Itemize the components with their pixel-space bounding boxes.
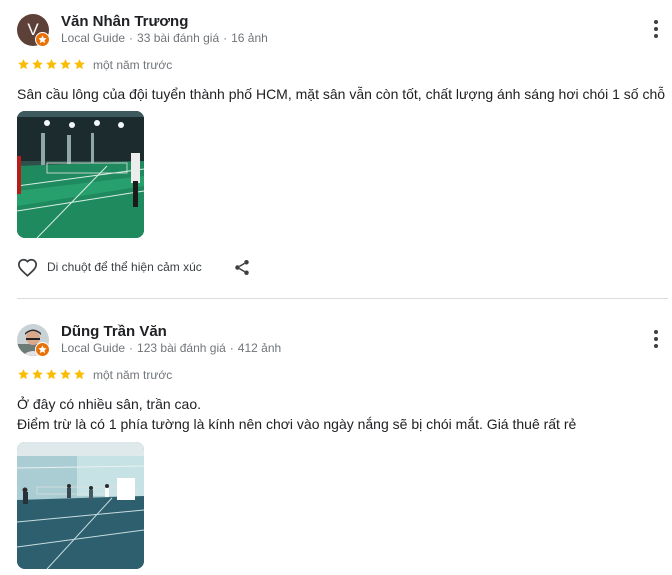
star-icon (32, 369, 43, 380)
reviewer-meta: Local Guide · 123 bài đánh giá · 412 ảnh (61, 341, 282, 355)
review-actions: Di chuột để thể hiện cảm xúc (17, 256, 251, 278)
star-icon (60, 59, 71, 70)
react-hint: Di chuột để thể hiện cảm xúc (47, 260, 202, 274)
review-date: một năm trước (93, 368, 173, 382)
star-icon (46, 59, 57, 70)
review-photo[interactable] (17, 442, 144, 569)
star-rating (17, 368, 86, 382)
star-icon (32, 59, 43, 70)
star-rating (17, 58, 86, 72)
divider (17, 298, 668, 299)
review-count: 33 bài đánh giá (137, 31, 220, 45)
reviewer-name[interactable]: Văn Nhân Trương (61, 13, 188, 30)
star-icon (60, 369, 71, 380)
review-photo[interactable] (17, 111, 144, 238)
star-icon (46, 369, 57, 380)
star-icon (18, 59, 29, 70)
review-text-line: Ở đây có nhiều sân, trần cao. (17, 396, 202, 412)
photo-count: 412 ảnh (237, 341, 282, 355)
review-text: Sân cầu lông của đội tuyển thành phố HCM… (17, 86, 666, 102)
star-icon (74, 369, 85, 380)
review-count: 123 bài đánh giá (137, 341, 226, 355)
local-guide-label: Local Guide (61, 31, 126, 45)
review-card: V Văn Nhân Trương Local Guide · 33 bài đán… (0, 0, 672, 300)
local-guide-badge-icon (35, 32, 50, 47)
review-card: Dũng Trần Văn Local Guide · 123 bài đánh g… (0, 300, 672, 575)
heart-outline-icon[interactable] (17, 258, 38, 277)
star-icon (18, 369, 29, 380)
more-vert-icon[interactable] (646, 328, 666, 350)
reviewer-meta: Local Guide · 33 bài đánh giá · 16 ảnh (61, 31, 268, 45)
photo-count: 16 ảnh (231, 31, 268, 45)
star-icon (74, 59, 85, 70)
share-icon[interactable] (233, 258, 251, 277)
local-guide-label: Local Guide (61, 341, 126, 355)
more-vert-icon[interactable] (646, 18, 666, 40)
review-text: Ở đây có nhiều sân, trần cao. Điểm trừ l… (17, 394, 576, 434)
review-text-line: Điểm trừ là có 1 phía tường là kính nên … (17, 416, 577, 432)
local-guide-badge-icon (35, 342, 50, 357)
reviewer-name[interactable]: Dũng Trần Văn (61, 323, 167, 340)
review-date: một năm trước (93, 58, 173, 72)
